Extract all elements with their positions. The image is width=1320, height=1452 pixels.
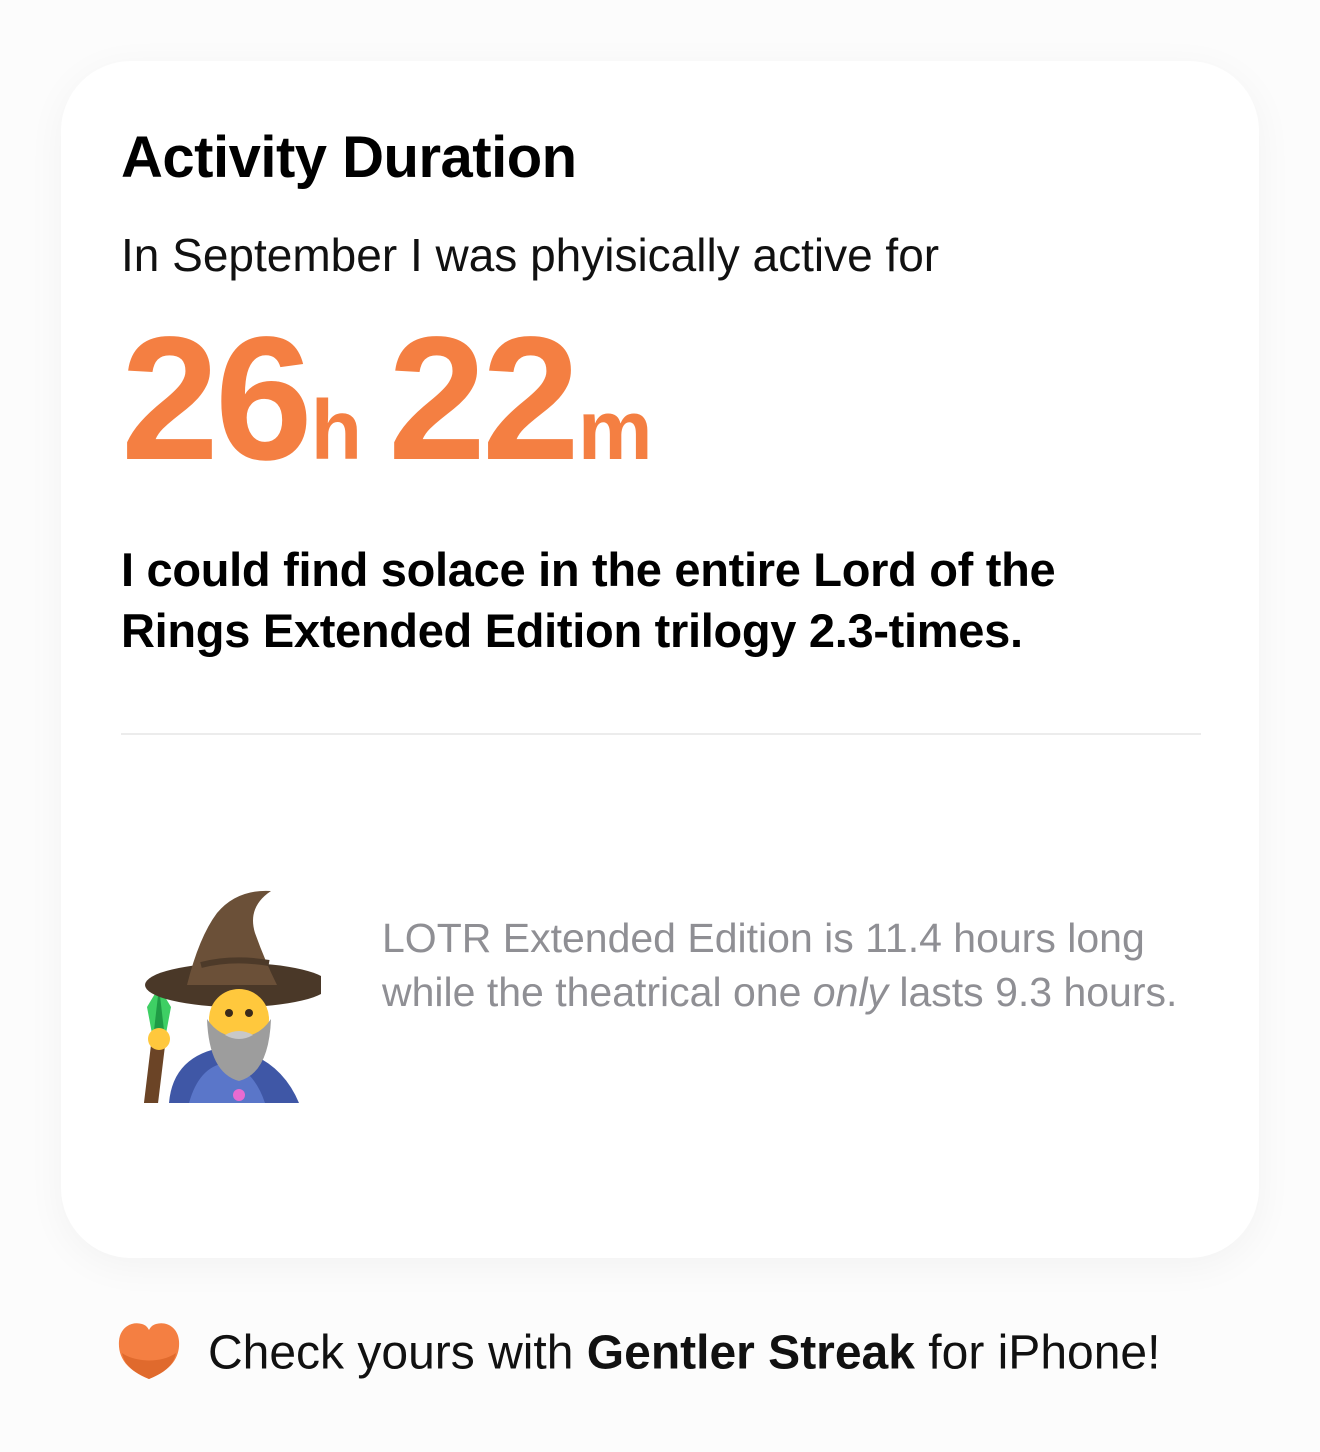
- footer-app-name: Gentler Streak: [586, 1326, 915, 1380]
- duration-minutes: 22: [388, 301, 580, 497]
- heart-blob-icon: [118, 1323, 180, 1379]
- lotr-note: LOTR Extended Edition is 11.4 hours long…: [382, 911, 1192, 1019]
- footer-promo: Check yours with Gentler Streak for iPho…: [116, 1323, 1161, 1387]
- duration-minutes-unit: m: [577, 383, 653, 477]
- note-emphasis: only: [812, 969, 888, 1016]
- comparison-text: I could find solace in the entire Lord o…: [121, 543, 1056, 658]
- card-title: Activity Duration: [121, 125, 577, 190]
- footer-text-end: for iPhone!: [914, 1326, 1161, 1380]
- footer-text-start: Check yours with: [208, 1326, 587, 1380]
- activity-duration-card: Activity Duration In September I was phy…: [61, 61, 1259, 1258]
- duration-hours-unit: h: [310, 383, 363, 477]
- divider: [121, 733, 1201, 735]
- note-text-end: lasts 9.3 hours.: [887, 969, 1178, 1016]
- wizard-icon: [144, 890, 321, 1103]
- duration-value: 26h 22m: [121, 311, 679, 487]
- card-subtitle: In September I was phyisically active fo…: [121, 229, 940, 281]
- duration-hours: 26: [121, 301, 313, 497]
